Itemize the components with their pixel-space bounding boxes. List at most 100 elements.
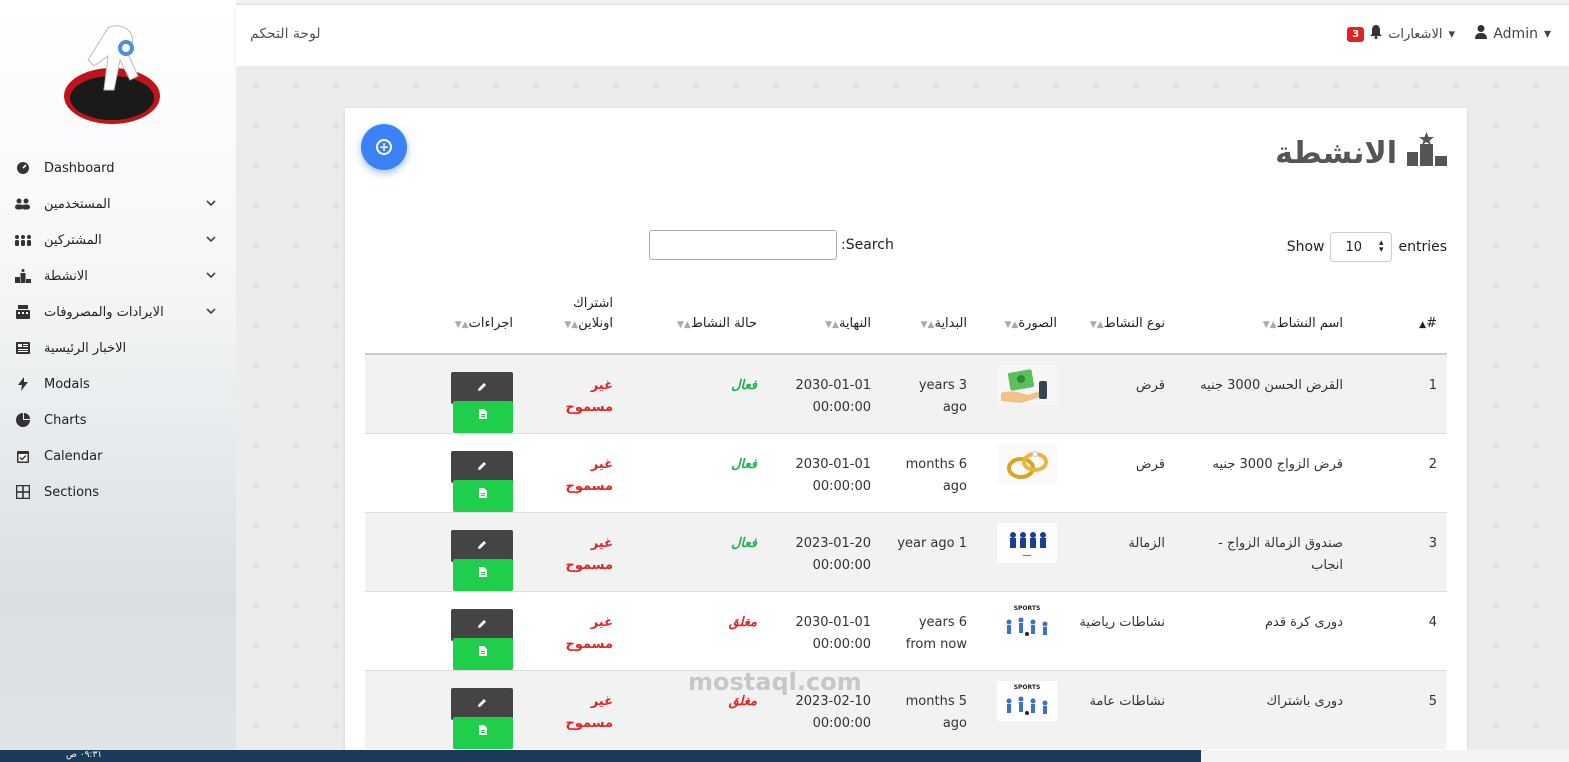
details-button[interactable] [453,480,513,512]
col-header-start[interactable]: البداية▲▼ [881,290,977,355]
online-subscription-value: غير مسموح [565,615,613,652]
details-button[interactable] [453,401,513,433]
col-header-actions[interactable]: اجراءات▲▼ [365,290,535,355]
online-subscription-value: غير مسموح [565,536,613,573]
sort-icon: ▲▼ [1262,320,1277,330]
page-size-value: 10 [1345,239,1363,255]
col-header-status[interactable]: حالة النشاط▲▼ [663,290,785,355]
user-icon [1475,25,1488,43]
cell-online: غير مسموح [535,512,663,592]
edit-button[interactable] [451,372,513,404]
sort-icon: ▲▼ [1089,320,1104,330]
details-button[interactable] [453,638,513,670]
col-header-end[interactable]: النهاية▲▼ [785,290,881,355]
file-icon [479,564,487,586]
cell-online: غير مسموح [535,670,663,749]
cell-image [977,353,1067,434]
cell-actions [365,670,535,749]
status-badge: فعال [731,457,757,472]
caret-down-icon: ▾ [1448,26,1455,42]
sidebar-nav: Dashboard المستخدمين المشتركين الانشطة ا… [0,150,236,510]
activity-thumbnail [997,365,1057,405]
taskbar-tray [1201,750,1569,762]
cell-actions [365,512,535,592]
calendar-icon [14,449,32,463]
cell-start: months 6 ago [881,433,977,513]
pencil-icon [477,377,487,399]
table-row: 1 القرض الحسن 3000 جنيه قرض years 3 ago 2030… [365,353,1447,434]
status-badge: مغلق [728,694,757,709]
table-header-row: #▲ اسم النشاط▲▼ نوع النشاط▲▼ الصورة▲▼ ال… [365,290,1447,355]
sidebar-item-calendar[interactable]: Calendar [0,438,236,474]
cell-num: 2 [1405,433,1447,513]
cell-status: فعال [663,433,785,513]
sort-icon: ▲▼ [564,320,579,330]
sidebar-item-sections[interactable]: Sections [0,474,236,510]
pie-chart-icon [14,413,32,427]
notifications-label: الاشعارات [1388,26,1443,42]
add-activity-button[interactable]: + [361,124,407,170]
sidebar-item-revenues[interactable]: الايرادات والمصروفات [0,294,236,330]
admin-dropdown[interactable]: Admin ▾ [1475,25,1551,43]
sidebar-item-activities[interactable]: الانشطة [0,258,236,294]
col-header-name[interactable]: اسم النشاط▲▼ [1175,290,1405,355]
col-header-num[interactable]: #▲ [1405,290,1447,355]
show-label: Show [1286,239,1325,255]
caret-down-icon: ▾ [1543,26,1551,42]
search-area: :Search [649,230,894,260]
sidebar-item-label: Modals [44,376,90,392]
file-icon [479,643,487,665]
page-size-select[interactable]: 10 ▴ ▾ [1330,232,1393,262]
table-row: 4 دورى كرة قدم نشاطات رياضية SPORTS years 6 … [365,591,1447,671]
edit-button[interactable] [451,609,513,641]
sort-icon: ▲▼ [1004,320,1019,330]
plus-circle-icon: + [376,139,392,155]
edit-button[interactable] [451,530,513,562]
bolt-icon [14,377,32,391]
col-header-image[interactable]: الصورة▲▼ [977,290,1067,355]
status-badge: فعال [731,536,757,551]
cell-activity-type: نشاطات عامة [1067,670,1175,749]
cell-end: 2023-01-20 00:00:00 [785,512,881,592]
sidebar-item-label: الاخبار الرئيسية [44,340,127,356]
status-badge: فعال [731,378,757,393]
activity-thumbnail [997,523,1057,563]
people-group-icon [14,233,32,247]
cell-status: فعال [663,512,785,592]
pencil-icon [477,614,487,636]
file-icon [479,485,487,507]
cash-register-icon [14,305,32,319]
details-button[interactable] [453,717,513,749]
col-header-type[interactable]: نوع النشاط▲▼ [1067,290,1175,355]
col-header-online[interactable]: اشتراك اونلاين▲▼ [535,290,663,355]
sort-icon: ▲▼ [677,320,691,330]
activity-thumbnail: SPORTS [997,681,1057,721]
topbar: لوحة التحكم 3 الاشعارات ▾ Admin ▾ [236,4,1569,66]
sidebar-item-news[interactable]: الاخبار الرئيسية [0,330,236,366]
page-size-area: Show 10 ▴ ▾ entries [1287,232,1447,262]
sidebar-item-charts[interactable]: Charts [0,402,236,438]
status-badge: مغلق [728,615,757,630]
svg-text:SPORTS: SPORTS [1014,684,1041,691]
taskbar-clock: ٠٩:٣١ ص [66,750,103,760]
edit-button[interactable] [451,451,513,483]
cell-activity-name: صندوق الزمالة الزواج - انجاب [1175,512,1405,592]
sidebar-item-subscribers[interactable]: المشتركين [0,222,236,258]
details-button[interactable] [453,559,513,591]
activities-card: + الانشطة :Search Show 10 ▴ ▾ entries #▲ … [345,108,1467,750]
card-title-text: الانشطة [1275,135,1397,171]
card-title: الانشطة [1275,132,1447,174]
sidebar-item-users[interactable]: المستخدمين [0,186,236,222]
notifications-dropdown[interactable]: 3 الاشعارات ▾ [1347,25,1455,43]
sidebar: Dashboard المستخدمين المشتركين الانشطة ا… [0,0,236,750]
cell-num: 4 [1405,591,1447,671]
search-input[interactable] [649,230,837,260]
os-taskbar: ٠٩:٣١ ص [0,750,1569,762]
cell-online: غير مسموح [535,433,663,513]
cell-activity-type: نشاطات رياضية [1067,591,1175,671]
sidebar-item-dashboard[interactable]: Dashboard [0,150,236,186]
chevron-down-icon [206,197,216,210]
cell-start: year ago 1 [881,512,977,592]
sidebar-item-modals[interactable]: Modals [0,366,236,402]
edit-button[interactable] [451,688,513,720]
